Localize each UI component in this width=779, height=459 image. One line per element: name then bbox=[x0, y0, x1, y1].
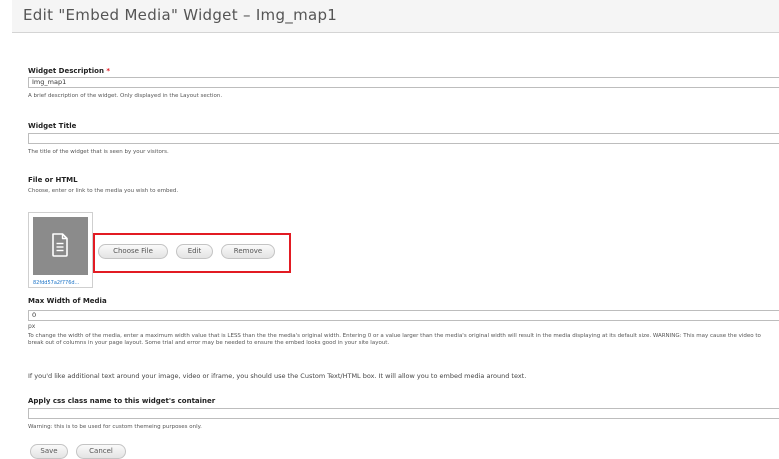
cancel-button[interactable]: Cancel bbox=[76, 444, 126, 459]
file-or-html-help: Choose, enter or link to the media you w… bbox=[28, 188, 179, 194]
page-title: Edit "Embed Media" Widget – Img_map1 bbox=[23, 6, 338, 24]
widget-description-help: A brief description of the widget. Only … bbox=[28, 93, 223, 99]
choose-file-button[interactable]: Choose File bbox=[98, 244, 168, 259]
file-name-link[interactable]: 82fdd57a2f776d... bbox=[33, 280, 79, 286]
required-marker: * bbox=[106, 67, 111, 75]
widget-description-input[interactable] bbox=[28, 77, 779, 88]
widget-title-label: Widget Title bbox=[28, 122, 77, 130]
file-thumbnail bbox=[33, 217, 88, 275]
page-header: Edit "Embed Media" Widget – Img_map1 bbox=[12, 0, 779, 33]
widget-title-help: The title of the widget that is seen by … bbox=[28, 149, 169, 155]
max-width-unit: px bbox=[28, 323, 36, 330]
custom-text-note: If you'd like additional text around you… bbox=[28, 372, 527, 380]
max-width-label: Max Width of Media bbox=[28, 297, 107, 305]
file-or-html-label: File or HTML bbox=[28, 176, 78, 184]
widget-description-label: Widget Description * bbox=[28, 67, 110, 75]
widget-title-input[interactable] bbox=[28, 133, 779, 144]
css-class-input[interactable] bbox=[28, 408, 779, 419]
widget-description-label-text: Widget Description bbox=[28, 67, 104, 75]
max-width-input[interactable] bbox=[28, 310, 779, 321]
css-class-label: Apply css class name to this widget's co… bbox=[28, 397, 216, 405]
edit-button[interactable]: Edit bbox=[176, 244, 213, 259]
max-width-help: To change the width of the media, enter … bbox=[28, 333, 761, 346]
css-class-help: Warning: this is to be used for custom t… bbox=[28, 424, 202, 430]
remove-button[interactable]: Remove bbox=[221, 244, 275, 259]
save-button[interactable]: Save bbox=[30, 444, 68, 459]
file-preview[interactable]: 82fdd57a2f776d... bbox=[28, 212, 93, 288]
document-icon bbox=[52, 233, 68, 257]
